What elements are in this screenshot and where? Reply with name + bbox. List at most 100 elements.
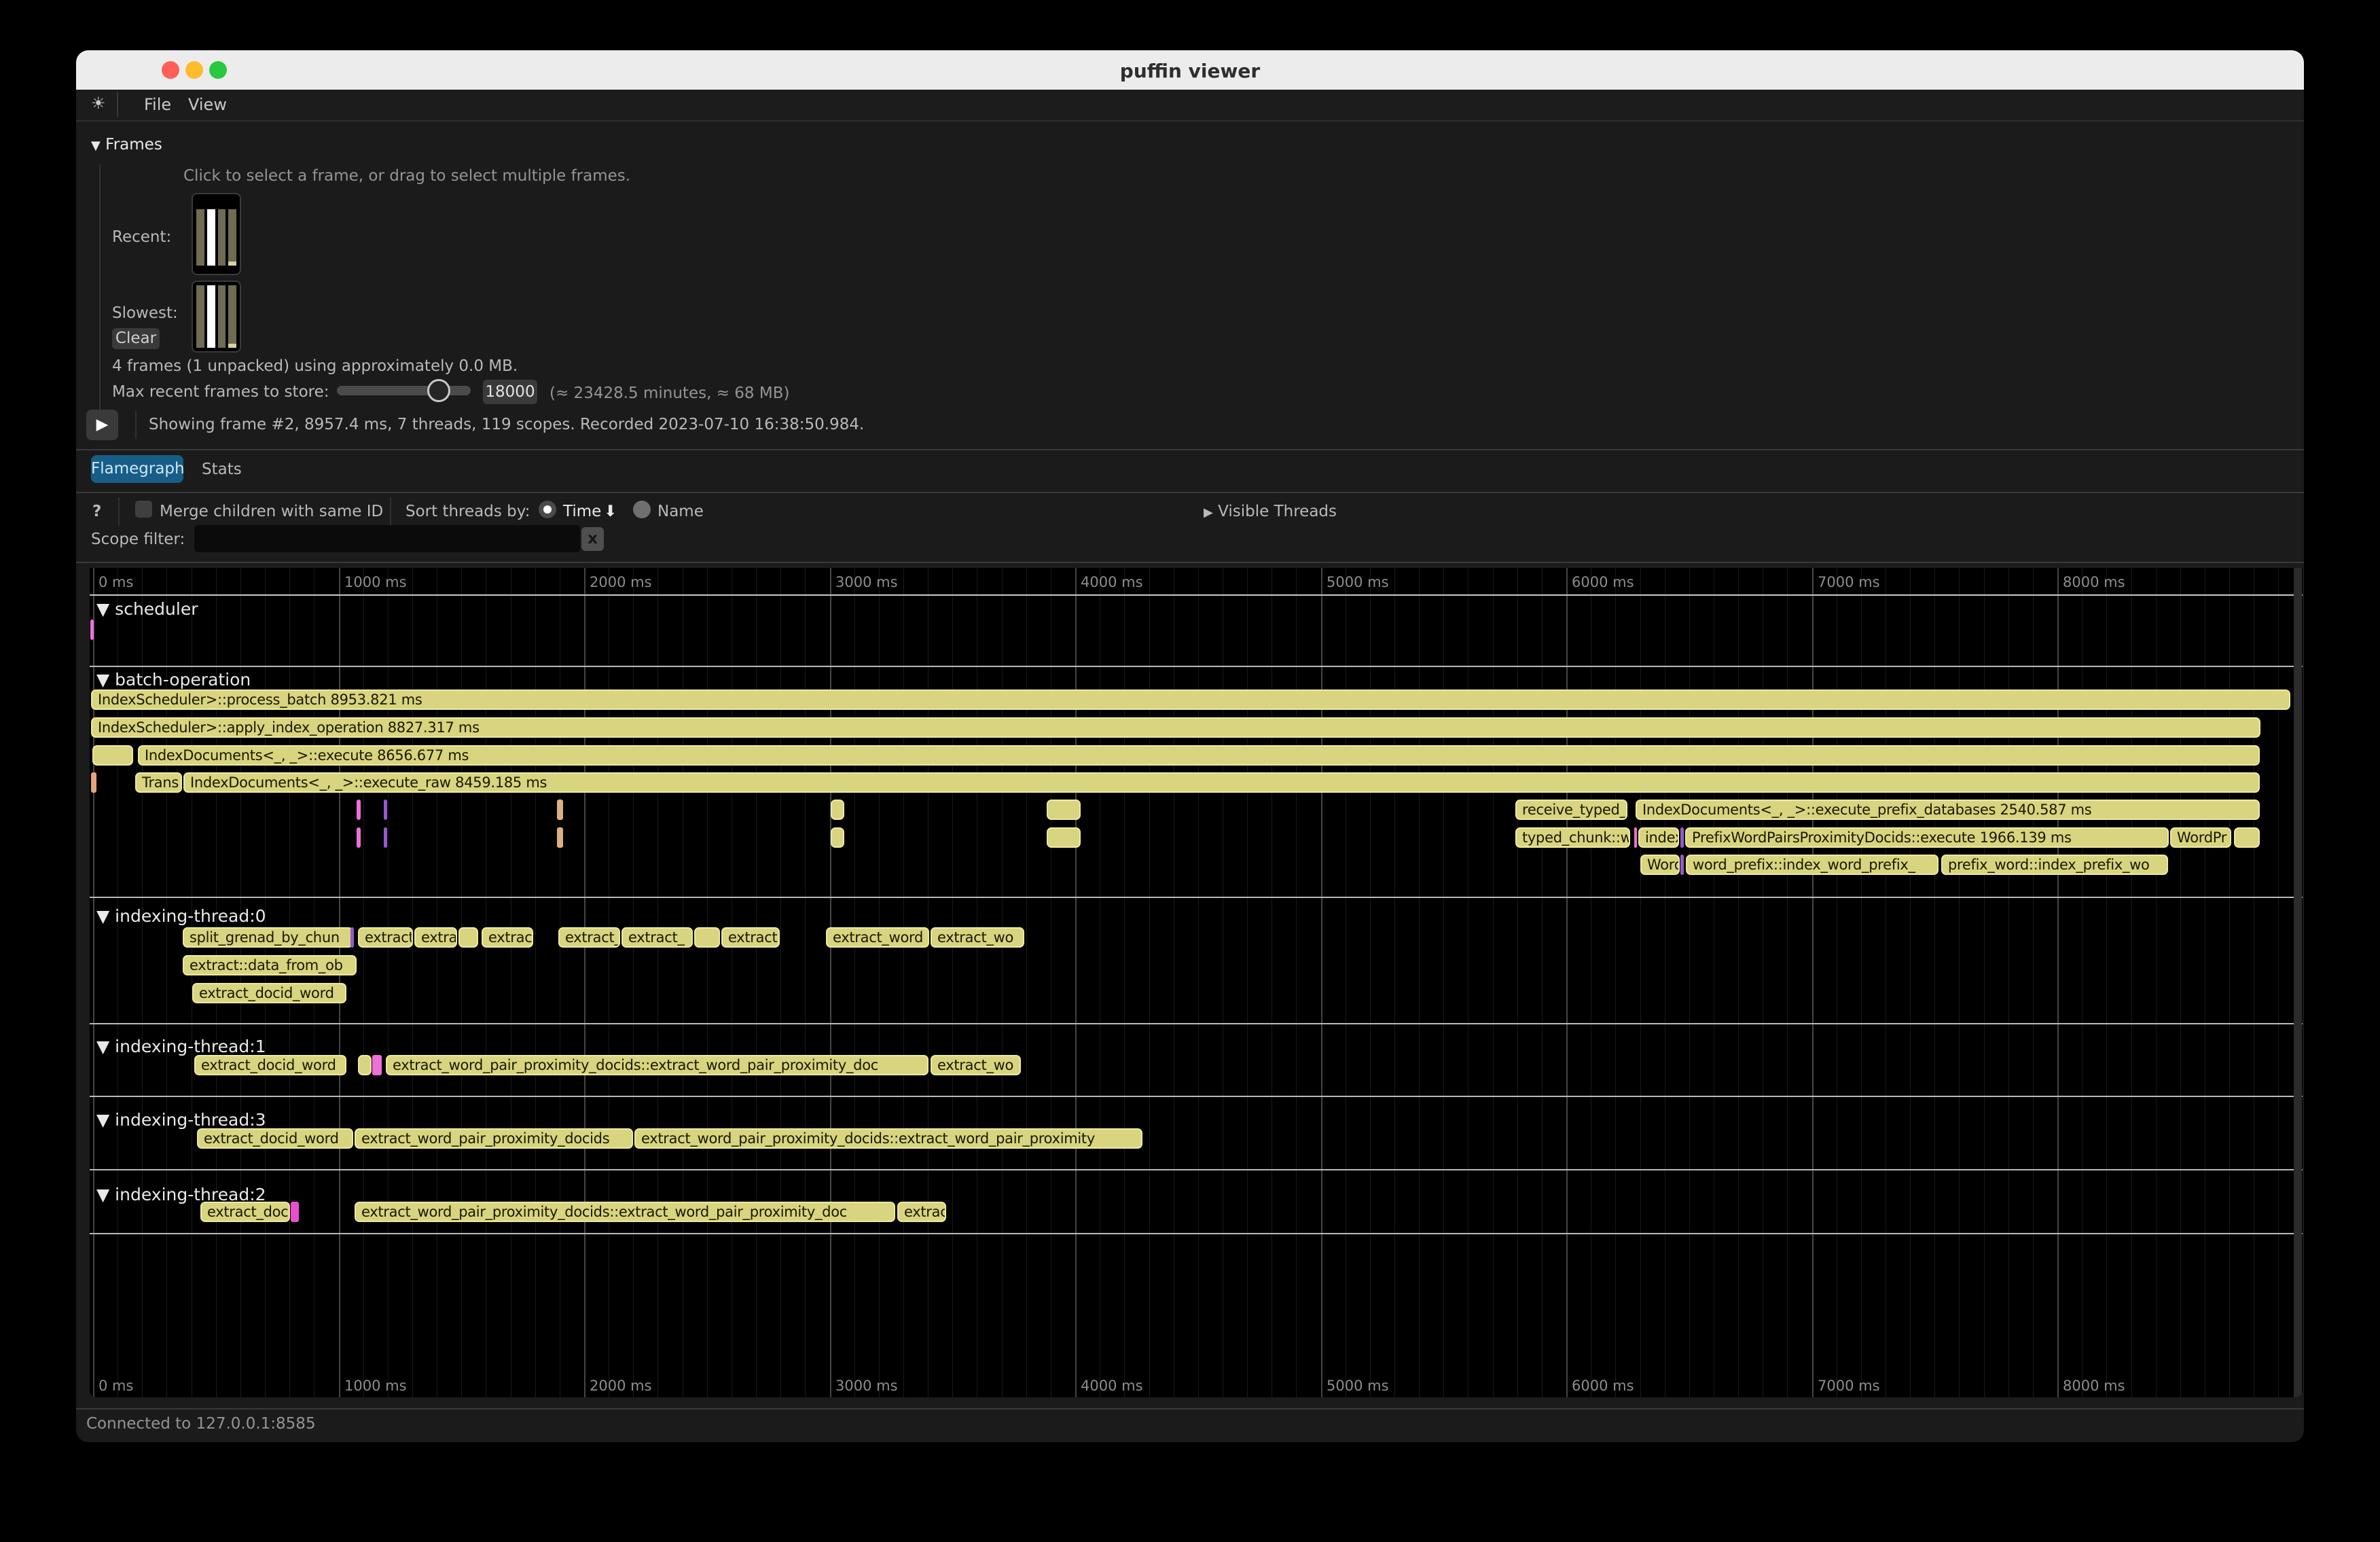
section-separator: [90, 1169, 2303, 1170]
flame-bar[interactable]: [90, 620, 94, 640]
flame-bar[interactable]: [372, 1055, 382, 1075]
flame-bar[interactable]: IndexScheduler>::process_batch 8953.821 …: [91, 689, 2290, 710]
flame-bar[interactable]: receive_typed_: [1515, 800, 1627, 820]
flame-bar[interactable]: [557, 827, 563, 848]
flame-bar[interactable]: Trans: [135, 772, 182, 793]
sort-time-label: Time: [563, 503, 601, 520]
tab-stats[interactable]: Stats: [202, 461, 242, 478]
flame-bar[interactable]: [694, 927, 720, 948]
frames-hint: Click to select a frame, or drag to sele…: [183, 167, 630, 185]
section-header-indexing-thread:3[interactable]: ▼ indexing-thread:3: [96, 1110, 266, 1130]
flame-bar[interactable]: [2234, 827, 2260, 848]
visible-threads-toggle[interactable]: ▶ Visible Threads: [1204, 503, 1337, 520]
menu-file[interactable]: File: [144, 95, 171, 114]
merge-checkbox[interactable]: [135, 501, 152, 518]
flame-bar[interactable]: extract: [358, 927, 413, 948]
scope-filter-input[interactable]: [194, 525, 580, 552]
flame-bar[interactable]: [831, 827, 844, 848]
frame-bar: [218, 209, 226, 266]
flame-bar[interactable]: [91, 772, 96, 793]
flame-bar[interactable]: [1634, 827, 1637, 848]
flame-bar[interactable]: extrac: [482, 927, 533, 948]
flame-bar[interactable]: [291, 1202, 299, 1222]
help-button[interactable]: ?: [92, 503, 101, 520]
flame-bar[interactable]: extract_word_pair_proximity_docids::extr…: [355, 1202, 895, 1222]
flame-bar[interactable]: extract_: [558, 927, 620, 948]
sort-name-radio[interactable]: [633, 501, 651, 518]
flame-bar[interactable]: [458, 927, 478, 948]
menu-view[interactable]: View: [188, 95, 227, 114]
flame-bar[interactable]: word_prefix::index_word_prefix_: [1686, 855, 1939, 875]
flame-bar[interactable]: [1047, 827, 1081, 848]
flame-bar[interactable]: extract_doc: [200, 1202, 290, 1222]
flame-bar[interactable]: IndexDocuments<_, _>::execute 8656.677 m…: [138, 745, 2260, 766]
flame-bar[interactable]: [384, 827, 387, 848]
flame-bar[interactable]: IndexScheduler>::apply_index_operation 8…: [91, 717, 2260, 738]
max-frames-slider[interactable]: [337, 386, 471, 395]
theme-sun-icon[interactable]: ☀: [91, 94, 106, 113]
flame-bar[interactable]: extrac: [897, 1202, 946, 1222]
frames-summary: 4 frames (1 unpacked) using approximatel…: [112, 357, 518, 375]
clear-button[interactable]: Clear: [112, 328, 160, 349]
tick-label: 7000 ms: [1818, 574, 1880, 590]
flame-bar[interactable]: typed_chunk::w: [1515, 827, 1630, 848]
tab-flamegraph[interactable]: Flamegraph: [91, 455, 183, 483]
flame-bar[interactable]: Word: [1640, 855, 1680, 875]
flame-bar[interactable]: [1680, 827, 1684, 848]
tick-label: 6000 ms: [1572, 574, 1634, 590]
tick-label: 8000 ms: [2063, 574, 2125, 590]
flame-bar[interactable]: extract_word_pair_proximity_docids::extr…: [386, 1055, 928, 1075]
flame-bar[interactable]: IndexDocuments<_, _>::execute_raw 8459.1…: [183, 772, 2260, 793]
vertical-scrollbar[interactable]: [2294, 568, 2302, 1397]
flame-bar[interactable]: index: [1638, 827, 1679, 848]
flame-bar[interactable]: [384, 800, 387, 820]
flame-bar[interactable]: extract_wo: [931, 1055, 1021, 1075]
flame-bar[interactable]: extract_: [621, 927, 693, 948]
flame-bar[interactable]: [350, 927, 354, 948]
clear-filter-button[interactable]: x: [581, 527, 604, 551]
flame-bar[interactable]: PrefixWordPairsProximityDocids::execute …: [1685, 827, 2169, 848]
section-header-scheduler[interactable]: ▼ scheduler: [96, 599, 198, 619]
flame-bar[interactable]: [357, 827, 361, 848]
section-header-indexing-thread:1[interactable]: ▼ indexing-thread:1: [96, 1037, 266, 1056]
flame-bar[interactable]: extract::data_from_ob: [183, 955, 357, 975]
flamegraph-canvas[interactable]: 0 ms0 ms1000 ms1000 ms2000 ms2000 ms3000…: [90, 568, 2303, 1397]
flame-bar[interactable]: extract_word: [826, 927, 929, 948]
slowest-frames-thumbnail[interactable]: [192, 281, 241, 353]
flame-bar[interactable]: IndexDocuments<_, _>::execute_prefix_dat…: [1636, 800, 2260, 820]
flame-bar[interactable]: extract_wo: [931, 927, 1024, 948]
tick-label: 6000 ms: [1572, 1378, 1634, 1394]
indent-line: [99, 164, 101, 423]
recent-frames-thumbnail[interactable]: [192, 193, 241, 275]
flame-bar[interactable]: prefix_word::index_prefix_wo: [1941, 855, 2168, 875]
flame-bar[interactable]: extract_docid_word: [192, 983, 346, 1003]
sort-time-radio[interactable]: [539, 501, 556, 518]
collapse-icon: ▼: [91, 139, 101, 153]
tick-label: 2000 ms: [590, 1378, 652, 1394]
flame-bar[interactable]: extract: [721, 927, 780, 948]
flame-bar[interactable]: WordPr: [2170, 827, 2231, 848]
flame-bar[interactable]: [831, 800, 844, 820]
flame-bar[interactable]: extract_docid_word: [197, 1128, 353, 1149]
flame-bar[interactable]: [357, 800, 361, 820]
flame-bar[interactable]: [557, 800, 563, 820]
flame-bar[interactable]: [1047, 800, 1081, 820]
max-frames-value[interactable]: 18000: [483, 380, 537, 404]
flame-bar[interactable]: extra: [414, 927, 457, 948]
frame-bar: [218, 285, 226, 348]
flame-bar[interactable]: extract_word_pair_proximity_docids: [355, 1128, 633, 1149]
flame-bar[interactable]: [1680, 855, 1684, 875]
slider-knob[interactable]: [427, 379, 450, 402]
section-header-batch-operation[interactable]: ▼ batch-operation: [96, 670, 251, 689]
frames-section-header[interactable]: ▼ Frames: [91, 136, 162, 154]
flame-bar[interactable]: split_grenad_by_chun: [183, 927, 353, 948]
flame-bar[interactable]: [92, 745, 133, 766]
tick-label: 5000 ms: [1327, 574, 1389, 590]
play-button[interactable]: ▶: [86, 410, 118, 440]
flame-bar[interactable]: [358, 1055, 372, 1075]
sort-direction-icon[interactable]: ⬇: [604, 503, 617, 520]
flame-bar[interactable]: extract_docid_word: [194, 1055, 346, 1075]
flame-bar[interactable]: extract_word_pair_proximity_docids::extr…: [634, 1128, 1142, 1149]
section-header-indexing-thread:0[interactable]: ▼ indexing-thread:0: [96, 906, 266, 926]
divider: [390, 497, 391, 526]
